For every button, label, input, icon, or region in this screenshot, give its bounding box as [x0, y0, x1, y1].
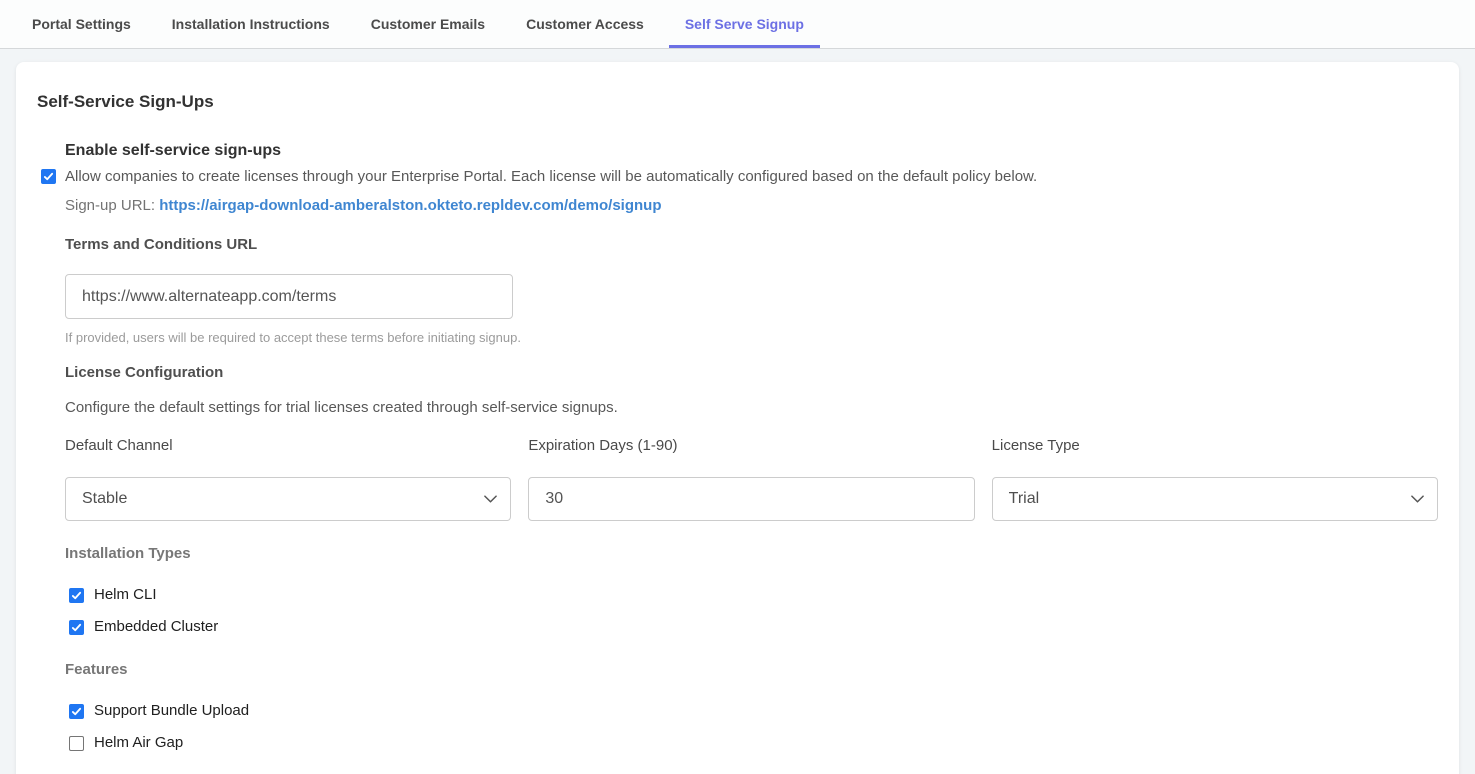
chevron-down-icon [1411, 495, 1424, 503]
signup-url-line: Sign-up URL: https://airgap-download-amb… [65, 196, 1438, 216]
helm-cli-label[interactable]: Helm CLI [94, 585, 157, 605]
default-channel-value: Stable [82, 490, 127, 508]
check-icon [71, 622, 82, 633]
terms-url-helper: If provided, users will be required to a… [65, 329, 1438, 346]
license-type-value: Trial [1009, 490, 1040, 508]
license-type-field: License Type Trial [992, 436, 1438, 521]
terms-url-label: Terms and Conditions URL [65, 235, 1438, 255]
default-channel-label: Default Channel [65, 436, 511, 456]
feature-row-support-bundle-upload: Support Bundle Upload [69, 701, 1438, 721]
tab-customer-emails[interactable]: Customer Emails [355, 0, 501, 48]
license-configuration-heading: License Configuration [65, 363, 1438, 383]
enable-signups-checkbox[interactable] [41, 169, 56, 184]
feature-row-helm-air-gap: Helm Air Gap [69, 733, 1438, 753]
enable-signups-description: Allow companies to create licenses throu… [65, 167, 1037, 187]
support-bundle-upload-checkbox[interactable] [69, 704, 84, 719]
signup-url-label: Sign-up URL: [65, 197, 155, 214]
tab-self-serve-signup[interactable]: Self Serve Signup [669, 0, 820, 48]
page-title: Self-Service Sign-Ups [37, 90, 1438, 113]
helm-air-gap-checkbox[interactable] [69, 736, 84, 751]
expiration-days-field: Expiration Days (1-90) [528, 436, 974, 521]
tab-bar: Portal Settings Installation Instruction… [0, 0, 1475, 49]
support-bundle-upload-label[interactable]: Support Bundle Upload [94, 701, 249, 721]
signup-url-link[interactable]: https://airgap-download-amberalston.okte… [159, 197, 661, 214]
default-channel-select[interactable]: Stable [65, 477, 511, 521]
license-settings-grid: Default Channel Stable Expiration Days (… [65, 436, 1438, 521]
tab-portal-settings[interactable]: Portal Settings [16, 0, 147, 48]
embedded-cluster-checkbox[interactable] [69, 620, 84, 635]
terms-url-input[interactable] [65, 274, 513, 319]
expiration-days-input-wrap [528, 477, 974, 521]
content-card: Self-Service Sign-Ups Enable self-servic… [16, 62, 1459, 774]
expiration-days-label: Expiration Days (1-90) [528, 436, 974, 456]
features-label: Features [65, 660, 1438, 680]
check-icon [43, 171, 54, 182]
enable-signups-heading: Enable self-service sign-ups [65, 140, 1438, 162]
tab-customer-access[interactable]: Customer Access [510, 0, 660, 48]
enable-signups-row: Allow companies to create licenses throu… [65, 167, 1438, 187]
chevron-down-icon [484, 495, 497, 503]
license-type-label: License Type [992, 436, 1438, 456]
self-serve-section: Enable self-service sign-ups Allow compa… [65, 140, 1438, 753]
expiration-days-input[interactable] [545, 490, 957, 508]
tab-installation-instructions[interactable]: Installation Instructions [156, 0, 346, 48]
embedded-cluster-label[interactable]: Embedded Cluster [94, 617, 218, 637]
installation-type-row-embedded-cluster: Embedded Cluster [69, 617, 1438, 637]
license-configuration-description: Configure the default settings for trial… [65, 398, 1438, 418]
check-icon [71, 706, 82, 717]
default-channel-field: Default Channel Stable [65, 436, 511, 521]
license-type-select[interactable]: Trial [992, 477, 1438, 521]
installation-types-label: Installation Types [65, 544, 1438, 564]
check-icon [71, 590, 82, 601]
helm-air-gap-label[interactable]: Helm Air Gap [94, 733, 183, 753]
helm-cli-checkbox[interactable] [69, 588, 84, 603]
installation-type-row-helm-cli: Helm CLI [69, 585, 1438, 605]
